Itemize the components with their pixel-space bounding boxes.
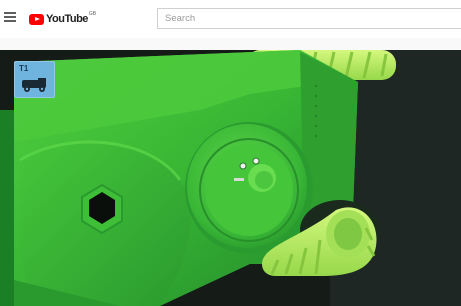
mower-icon <box>22 78 46 92</box>
logo-text: YouTube <box>46 13 88 25</box>
search-input[interactable] <box>158 9 461 28</box>
masthead: YouTube GB <box>0 0 461 38</box>
channel-logo-icon[interactable]: T1 <box>14 61 55 98</box>
search-box[interactable] <box>157 8 461 29</box>
youtube-logo-icon <box>29 13 44 25</box>
youtube-page: YouTube GB Search T1 <box>0 0 461 306</box>
youtube-logo[interactable]: YouTube GB <box>29 11 97 26</box>
drive-disc <box>185 122 313 254</box>
header-divider <box>0 38 461 50</box>
logo-region-code: GB <box>88 11 97 17</box>
video-frame <box>0 50 461 306</box>
video-player[interactable]: T1 <box>0 50 461 306</box>
menu-icon[interactable] <box>4 12 16 24</box>
channel-badge-text: T1 <box>19 64 29 73</box>
